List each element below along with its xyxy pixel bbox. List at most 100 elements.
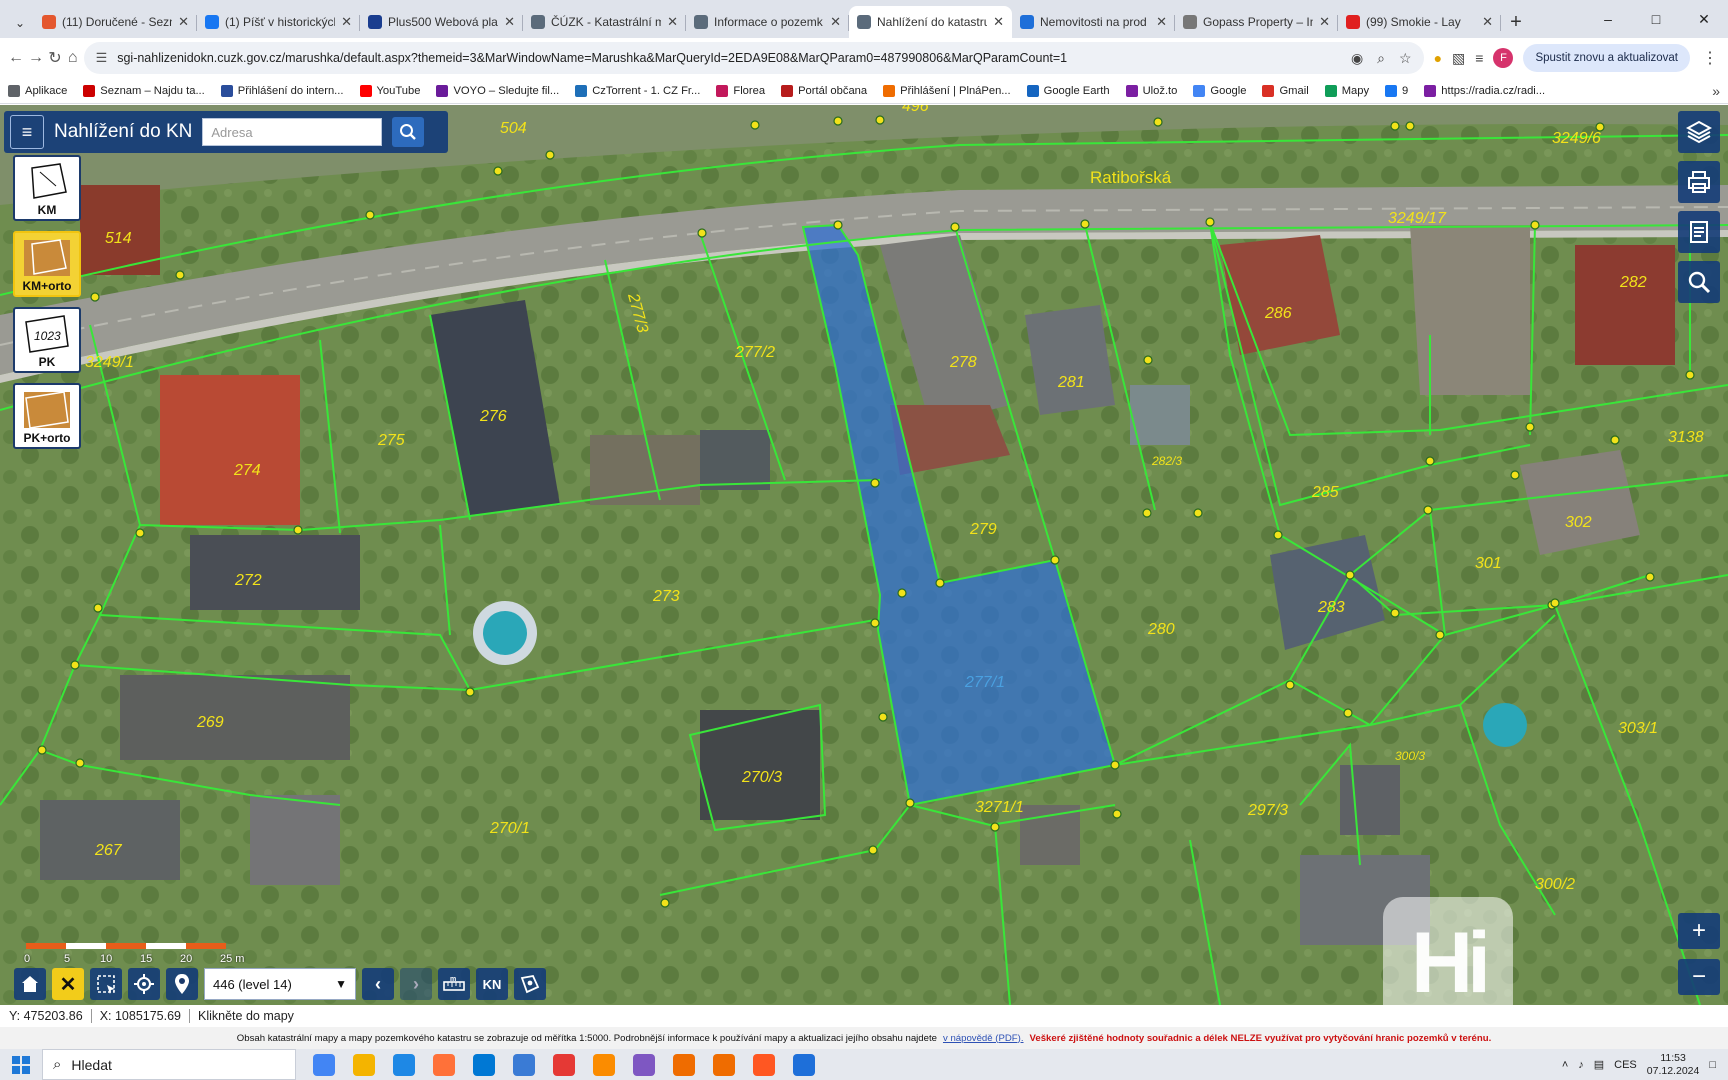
profile-avatar[interactable]: F xyxy=(1493,48,1514,68)
bookmark-item[interactable]: VOYO – Sledujte fil... xyxy=(436,84,559,97)
locate-button[interactable] xyxy=(128,968,160,1000)
tab-close-icon[interactable]: ✕ xyxy=(1482,14,1493,30)
taskbar-search[interactable]: ⌕ Hledat xyxy=(42,1049,296,1080)
browser-tab[interactable]: Nemovitosti na prod ✕ xyxy=(1012,6,1175,38)
browser-tab[interactable]: Gopass Property – In ✕ xyxy=(1175,6,1338,38)
extensions-puzzle-icon[interactable]: ▧ xyxy=(1452,50,1465,67)
help-pdf-link[interactable]: v nápovědě (PDF). xyxy=(943,1033,1024,1044)
select-area-button[interactable] xyxy=(90,968,122,1000)
update-button[interactable]: Spustit znovu a aktualizovat xyxy=(1523,44,1690,72)
start-button[interactable] xyxy=(0,1049,42,1080)
tab-search-icon[interactable]: ⌄ xyxy=(6,8,34,38)
browser-tab[interactable]: (1) Píšť v historických ✕ xyxy=(197,6,360,38)
bookmark-item[interactable]: https://radia.cz/radi... xyxy=(1424,84,1545,97)
home-view-button[interactable] xyxy=(14,968,46,1000)
taskbar-app[interactable] xyxy=(666,1049,702,1080)
taskbar-app[interactable] xyxy=(386,1049,422,1080)
marker-button[interactable] xyxy=(166,968,198,1000)
tab-close-icon[interactable]: ✕ xyxy=(1156,14,1167,30)
tray-chevron-icon[interactable]: ˄ xyxy=(1562,1059,1568,1071)
bookmark-item[interactable]: Google Earth xyxy=(1026,84,1110,97)
notifications-icon[interactable]: □ xyxy=(1709,1059,1716,1071)
layer-km-orto-button[interactable]: KM+orto xyxy=(13,231,81,297)
taskbar-app[interactable] xyxy=(786,1049,822,1080)
bookmark-item[interactable]: Portál občana xyxy=(781,84,867,97)
measure-button[interactable]: m xyxy=(438,968,470,1000)
volume-icon[interactable]: ♪ xyxy=(1578,1059,1584,1071)
browser-tab[interactable]: Informace o pozemk ✕ xyxy=(686,6,849,38)
taskbar-app[interactable] xyxy=(306,1049,342,1080)
minimize-icon[interactable]: – xyxy=(1584,0,1632,38)
bookmark-item[interactable]: Ulož.to xyxy=(1125,84,1177,97)
print-button[interactable] xyxy=(1678,161,1720,203)
clock[interactable]: 11:53 07.12.2024 xyxy=(1647,1052,1700,1078)
map-viewport[interactable]: Ratibořská 504 496 514 3249/6 3249/17 32… xyxy=(0,105,1728,1005)
bookmark-item[interactable]: Seznam – Najdu ta... xyxy=(83,84,205,97)
reload-icon[interactable]: ↻ xyxy=(48,43,62,73)
tab-close-icon[interactable]: ✕ xyxy=(830,14,841,30)
bookmark-item[interactable]: 9 xyxy=(1385,84,1408,97)
bookmark-item[interactable]: YouTube xyxy=(359,84,420,97)
browser-tab[interactable]: ČÚZK - Katastrální m ✕ xyxy=(523,6,686,38)
zoom-out-button[interactable]: − xyxy=(1678,959,1720,995)
bookmark-item[interactable]: CzTorrent - 1. CZ Fr... xyxy=(575,84,700,97)
tab-groups-icon[interactable]: ≡ xyxy=(1475,50,1483,66)
browser-tab[interactable]: Plus500 Webová plat ✕ xyxy=(360,6,523,38)
taskbar-app[interactable] xyxy=(466,1049,502,1080)
home-icon[interactable]: ⌂ xyxy=(66,43,80,73)
search-button[interactable] xyxy=(392,117,425,147)
taskbar-app[interactable] xyxy=(426,1049,462,1080)
bookmark-item[interactable]: Mapy xyxy=(1324,84,1369,97)
taskbar-app[interactable] xyxy=(546,1049,582,1080)
address-bar[interactable]: ☰ sgi-nahlizenidokn.cuzk.gov.cz/marushka… xyxy=(83,42,1424,74)
new-tab-button[interactable]: + xyxy=(1501,6,1531,38)
bookmark-item[interactable]: Přihlášení | PlnáPen... xyxy=(883,84,1011,97)
parcel-identify-button[interactable] xyxy=(514,968,546,1000)
layer-pk-orto-button[interactable]: PK+orto xyxy=(13,383,81,449)
bookmark-item[interactable]: Google xyxy=(1193,84,1246,97)
taskbar-app[interactable] xyxy=(746,1049,782,1080)
hamburger-menu-icon[interactable]: ≡ xyxy=(10,115,44,149)
tab-close-icon[interactable]: ✕ xyxy=(1319,14,1330,30)
address-search-input[interactable]: Adresa xyxy=(202,118,383,146)
layer-pk-button[interactable]: 1023 PK xyxy=(13,307,81,373)
back-icon[interactable]: ← xyxy=(8,43,24,73)
taskbar-app[interactable] xyxy=(586,1049,622,1080)
location-icon[interactable]: ◉ xyxy=(1351,50,1363,67)
maximize-icon[interactable]: □ xyxy=(1632,0,1680,38)
cadastral-map[interactable]: Ratibořská 504 496 514 3249/6 3249/17 32… xyxy=(0,105,1728,1005)
bookmark-item[interactable]: Florea xyxy=(716,84,765,97)
tab-close-icon[interactable]: ✕ xyxy=(993,14,1004,30)
menu-icon[interactable]: ⋮ xyxy=(1700,48,1720,68)
tab-close-icon[interactable]: ✕ xyxy=(504,14,515,30)
bookmark-item[interactable]: Aplikace xyxy=(8,84,67,97)
network-icon[interactable]: ▤ xyxy=(1594,1058,1604,1071)
close-window-icon[interactable]: ✕ xyxy=(1680,0,1728,38)
browser-tab[interactable]: (99) Smokie - Lay ✕ xyxy=(1338,6,1501,38)
forward-icon[interactable]: → xyxy=(28,43,44,73)
language-indicator[interactable]: CES xyxy=(1614,1059,1637,1071)
site-info-icon[interactable]: ☰ xyxy=(96,50,108,66)
next-view-button[interactable]: › xyxy=(400,968,432,1000)
zoom-icon[interactable]: ⌕ xyxy=(1377,50,1385,67)
browser-tab[interactable]: Nahlížení do katastru ✕ xyxy=(849,6,1012,38)
taskbar-app[interactable] xyxy=(706,1049,742,1080)
extension-icon[interactable]: ● xyxy=(1434,50,1442,66)
clear-selection-button[interactable]: ✕ xyxy=(52,968,84,1000)
map-level-select[interactable]: 446 (level 14) ▼ xyxy=(204,968,356,1000)
previous-view-button[interactable]: ‹ xyxy=(362,968,394,1000)
taskbar-app[interactable] xyxy=(626,1049,662,1080)
layer-km-button[interactable]: KM xyxy=(13,155,81,221)
bookmark-star-icon[interactable]: ☆ xyxy=(1399,50,1412,67)
browser-tab[interactable]: (11) Doručené - Sezn ✕ xyxy=(34,6,197,38)
info-list-button[interactable] xyxy=(1678,211,1720,253)
search-tool-button[interactable] xyxy=(1678,261,1720,303)
tab-close-icon[interactable]: ✕ xyxy=(178,14,189,30)
layers-button[interactable] xyxy=(1678,111,1720,153)
bookmark-item[interactable]: Gmail xyxy=(1262,84,1309,97)
bookmarks-overflow-icon[interactable]: » xyxy=(1712,83,1720,99)
tab-close-icon[interactable]: ✕ xyxy=(341,14,352,30)
kn-info-button[interactable]: KN xyxy=(476,968,508,1000)
taskbar-app[interactable] xyxy=(506,1049,542,1080)
tab-close-icon[interactable]: ✕ xyxy=(667,14,678,30)
